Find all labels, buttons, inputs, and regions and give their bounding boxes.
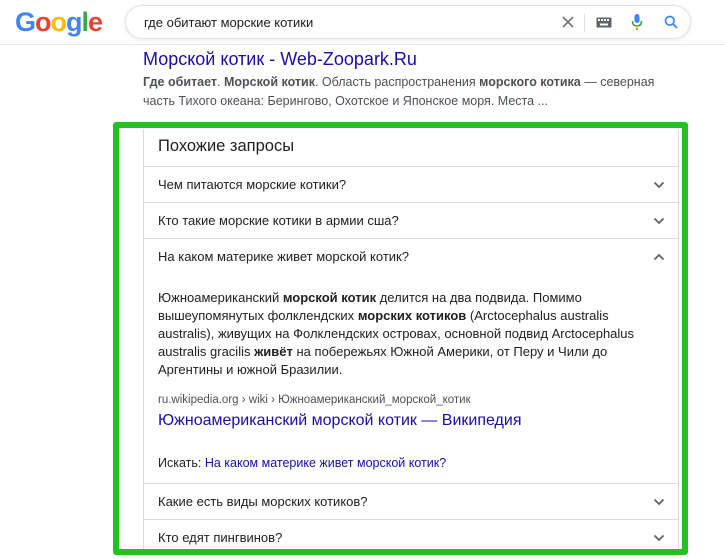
search-box bbox=[125, 5, 691, 39]
google-logo[interactable]: Google bbox=[15, 7, 103, 38]
snippet-bold: морского котика bbox=[479, 75, 581, 89]
snippet-bold: Где обитает bbox=[143, 75, 217, 89]
logo-letter-g2: g bbox=[66, 7, 82, 37]
microphone-icon[interactable] bbox=[627, 12, 647, 32]
search-input[interactable] bbox=[144, 13, 524, 31]
logo-letter-o2: o bbox=[50, 7, 67, 37]
search-result: Морской котик - Web-Zoopark.Ru Где обита… bbox=[143, 48, 663, 111]
search-divider bbox=[584, 14, 585, 32]
search-header: Google bbox=[0, 0, 725, 45]
result-snippet: Где обитает. Морской котик. Область расп… bbox=[143, 73, 663, 111]
logo-letter-o1: o bbox=[35, 7, 51, 37]
search-icon[interactable] bbox=[661, 12, 681, 32]
keyboard-icon[interactable] bbox=[594, 12, 614, 32]
snippet-bold: Морской котик bbox=[223, 75, 315, 89]
logo-letter-e: e bbox=[88, 7, 103, 37]
highlight-frame bbox=[113, 122, 688, 555]
logo-letter-g: G bbox=[15, 7, 36, 37]
clear-icon[interactable] bbox=[558, 12, 578, 32]
result-title-link[interactable]: Морской котик - Web-Zoopark.Ru bbox=[143, 48, 663, 70]
snippet-text: . bbox=[217, 75, 224, 89]
snippet-text: . Область распространения bbox=[314, 75, 480, 89]
